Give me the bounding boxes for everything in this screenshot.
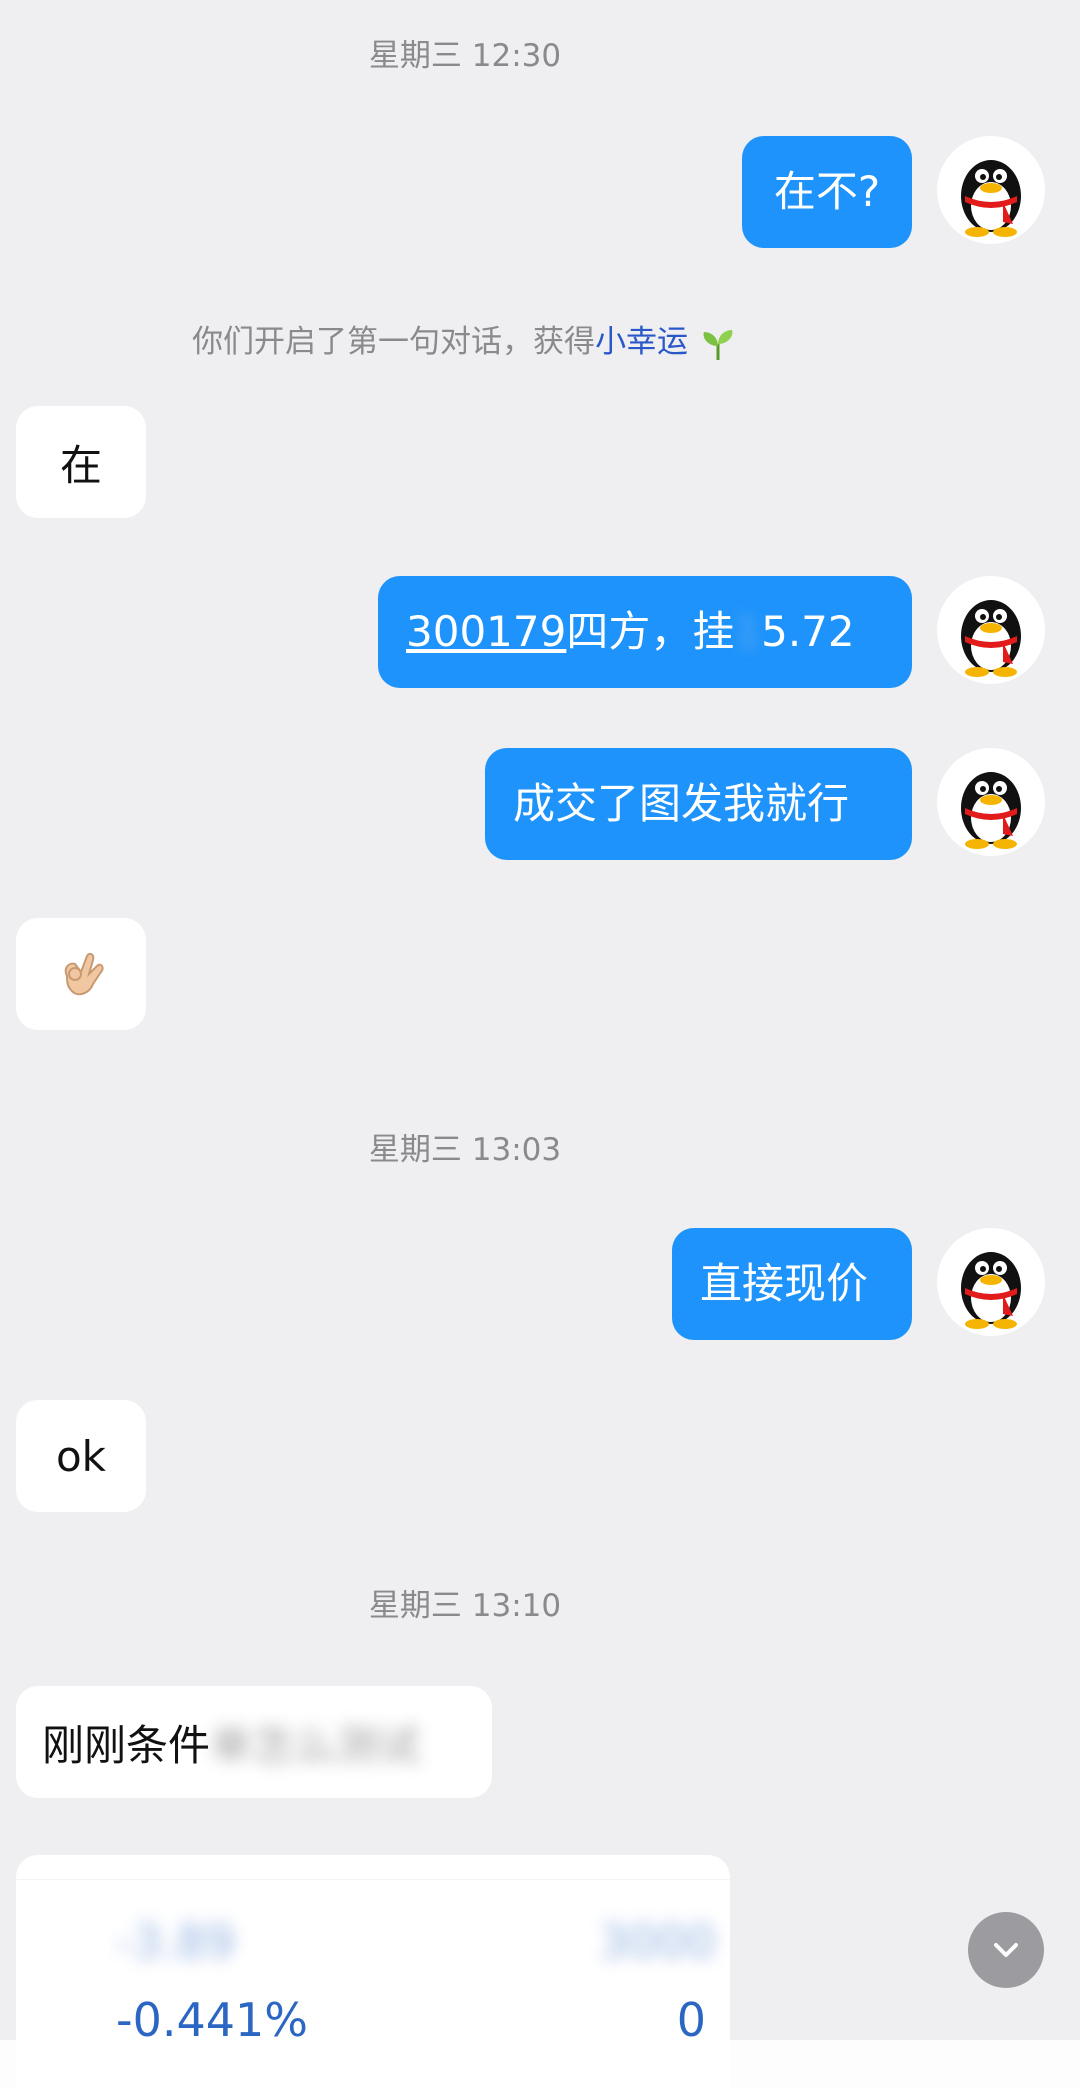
qq-penguin-icon[interactable] (937, 1228, 1045, 1336)
message-bubble-outgoing[interactable]: 成交了图发我就行 (485, 748, 912, 860)
message-text: 5.72 (761, 607, 855, 656)
qq-penguin-icon[interactable] (937, 576, 1045, 684)
message-text: 成交了图发我就行 (513, 779, 850, 828)
percent-change: -0.441% (116, 1993, 308, 2047)
redacted-text: 1 (734, 607, 762, 656)
notice-text: 你们开启了第一句对话，获得 (192, 324, 596, 360)
message-bubble-outgoing[interactable]: 300179四方，挂15.72 (378, 576, 912, 688)
ok-hand-emoji-icon (53, 946, 109, 1002)
message-text: 四方，挂 (566, 607, 735, 656)
scroll-to-bottom-button[interactable] (968, 1912, 1044, 1988)
message-bubble-incoming[interactable] (16, 918, 146, 1030)
message-text: 刚刚条件 (42, 1720, 211, 1770)
redacted-text: 单怎么测试 (210, 1720, 421, 1770)
message-text: 在不? (773, 167, 881, 216)
chevron-down-icon (988, 1932, 1024, 1968)
message-bubble-incoming[interactable]: 刚刚条件 单怎么测试 (16, 1686, 492, 1798)
divider (16, 1879, 730, 1880)
message-text: 在 (59, 440, 102, 490)
redacted-value: 3000 (598, 1915, 716, 1969)
message-text: ok (55, 1431, 107, 1481)
qq-penguin-icon[interactable] (937, 748, 1045, 856)
notice-link[interactable]: 小幸运 (595, 324, 688, 360)
timestamp: 星期三 12:30 (368, 38, 562, 74)
message-bubble-outgoing[interactable]: 在不? (742, 136, 912, 248)
timestamp: 星期三 13:10 (368, 1588, 562, 1624)
stock-code-link[interactable]: 300179 (406, 607, 566, 656)
message-bubble-incoming[interactable]: ok (16, 1400, 146, 1512)
system-notice: 你们开启了第一句对话，获得小幸运 (0, 316, 930, 364)
input-bar (0, 2040, 1080, 2088)
right-value: 0 (676, 1993, 706, 2047)
timestamp: 星期三 13:03 (368, 1132, 562, 1168)
sprout-icon (698, 324, 738, 364)
message-bubble-outgoing[interactable]: 直接现价 (672, 1228, 912, 1340)
message-bubble-incoming[interactable]: 在 (16, 406, 146, 518)
qq-penguin-icon[interactable] (937, 136, 1045, 244)
redacted-value: -3.89 (116, 1915, 236, 1969)
message-text: 直接现价 (700, 1259, 869, 1308)
